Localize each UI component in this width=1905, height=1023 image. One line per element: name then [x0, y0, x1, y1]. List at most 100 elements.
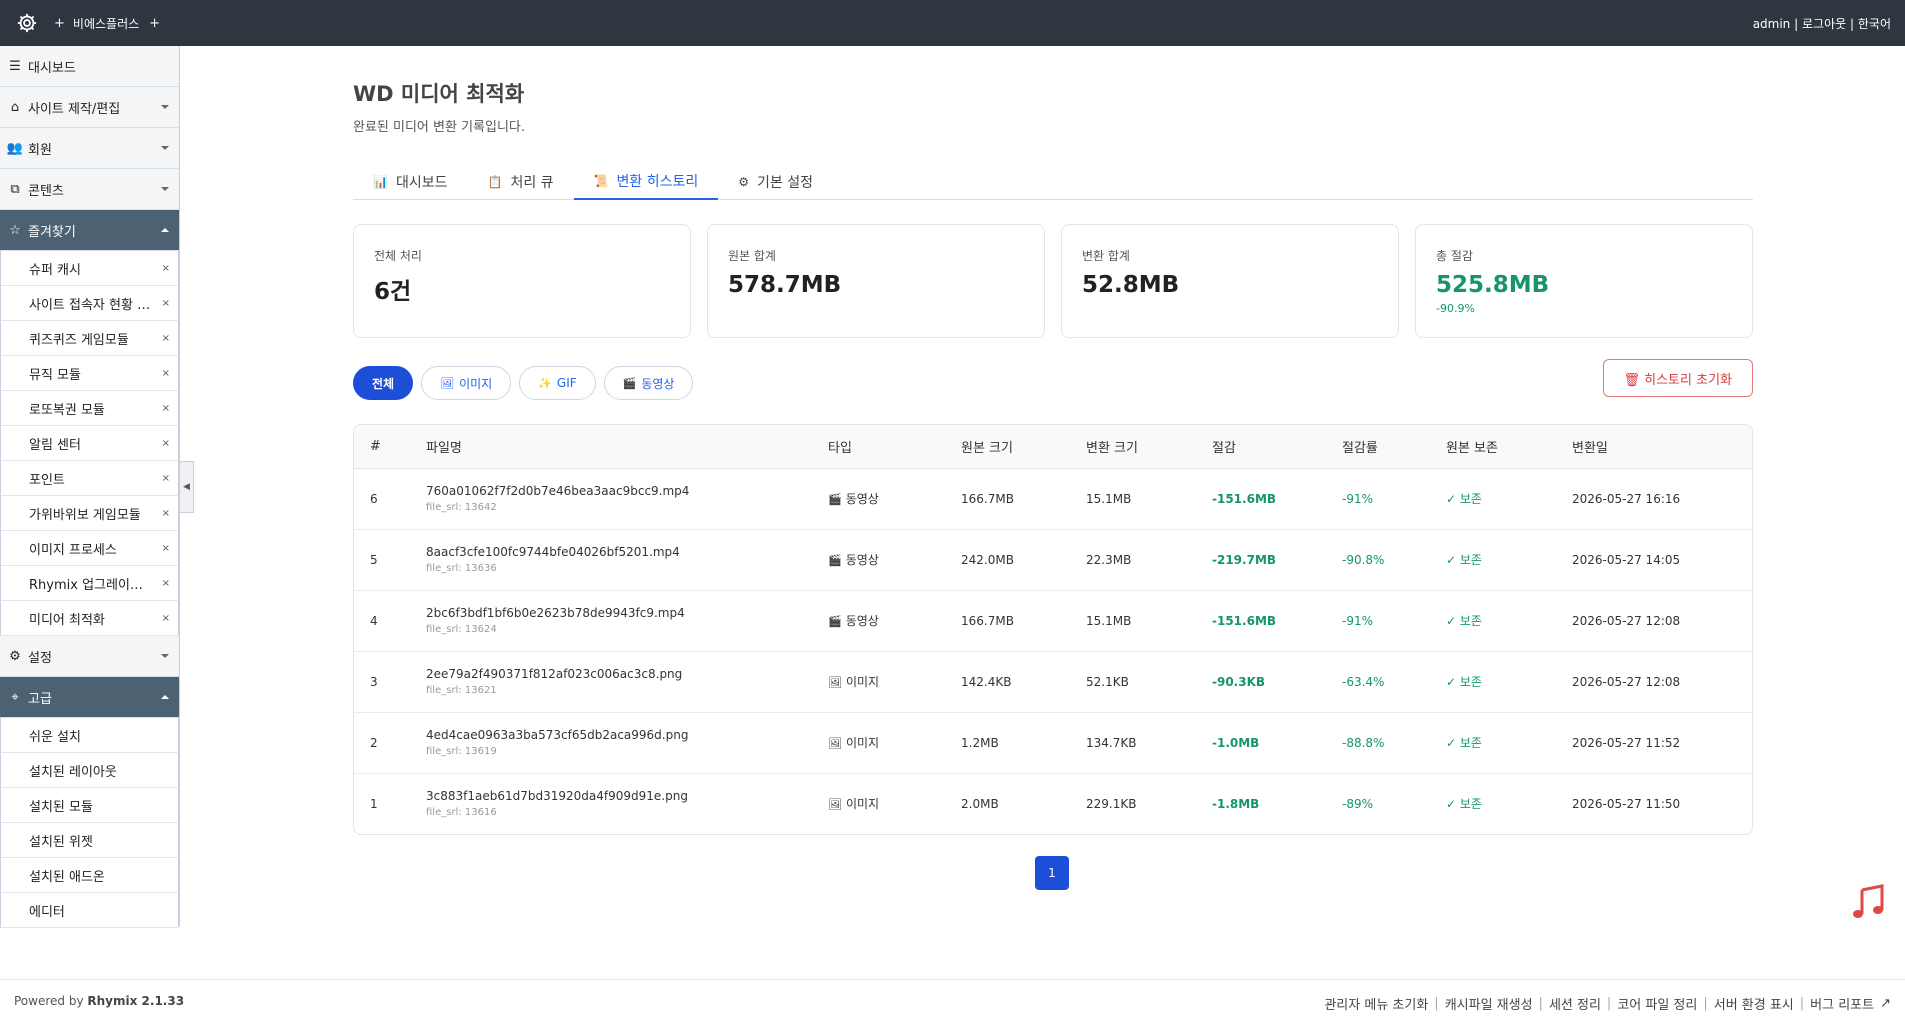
gear-icon: ⚙ — [9, 648, 21, 664]
powered-prefix: Powered by — [14, 994, 84, 1008]
sidebar-item-label: 즐겨찾기 — [28, 224, 76, 240]
tab-settings[interactable]: ⚙ 기본 설정 — [718, 164, 833, 200]
remove-favorite-icon[interactable]: × — [162, 333, 170, 344]
remove-favorite-icon[interactable]: × — [162, 578, 170, 589]
cell-type: 🖼 이미지 — [812, 651, 945, 713]
stat-value: 52.8MB — [1082, 272, 1180, 298]
sidebar-item-site-edit[interactable]: ⌂ 사이트 제작/편집 — [0, 87, 179, 128]
filter-video[interactable]: 🎬 동영상 — [603, 366, 694, 400]
remove-favorite-icon[interactable]: × — [162, 473, 170, 484]
location-pin-icon: ⌖ — [11, 689, 19, 705]
stat-label: 원본 합계 — [728, 249, 776, 263]
plus-icon[interactable]: + — [149, 16, 160, 31]
cell-conv-size: 52.1KB — [1070, 651, 1196, 713]
pagination-page-1[interactable]: 1 — [1035, 856, 1069, 890]
footer-link[interactable]: 서버 환경 표시 — [1714, 994, 1794, 1013]
sidebar-subitem-label: 에디터 — [29, 904, 65, 920]
plus-icon[interactable]: + — [54, 16, 65, 31]
sidebar-subitem[interactable]: Rhymix 업그레이드 모듈 × — [0, 566, 179, 601]
tab-queue[interactable]: 📋 처리 큐 — [467, 164, 573, 200]
cell-rate: -88.8% — [1326, 712, 1430, 774]
image-icon: 🖼 — [440, 376, 455, 390]
table-header-row: # 파일명 타입 원본 크기 변환 크기 절감 절감률 원본 보존 변환일 — [354, 425, 1752, 469]
user-link[interactable]: admin — [1753, 17, 1791, 31]
rhymix-version-link[interactable]: Rhymix 2.1.33 — [87, 994, 184, 1008]
reset-history-button[interactable]: 🗑 히스토리 초기화 — [1602, 359, 1753, 397]
remove-favorite-icon[interactable]: × — [162, 263, 170, 274]
sidebar-subitem[interactable]: 포인트 × — [0, 461, 179, 496]
filter-image[interactable]: 🖼 이미지 — [421, 366, 512, 400]
sidebar-subitem-label: 설치된 위젯 — [29, 834, 93, 850]
col-header-saved: 절감 — [1196, 425, 1326, 469]
type-label: 이미지 — [845, 736, 880, 750]
remove-favorite-icon[interactable]: × — [162, 543, 170, 554]
footer-link[interactable]: 관리자 메뉴 초기화 — [1324, 994, 1428, 1013]
sidebar-collapse-handle[interactable]: ◀ — [180, 461, 194, 513]
logout-link[interactable]: 로그아웃 — [1802, 17, 1846, 31]
stats-cards: 전체 처리 6건 원본 합계 578.7MB 변환 합계 52.8MB 총 절감… — [353, 224, 1753, 338]
sidebar-item-settings[interactable]: ⚙ 설정 — [0, 636, 179, 677]
file-srl: file_srl: 13616 — [426, 807, 497, 819]
sidebar-item-advanced[interactable]: ⌖ 고급 — [0, 677, 179, 718]
sidebar-item-favorites[interactable]: ☆ 즐겨찾기 — [0, 210, 179, 251]
sidebar-subitem-label: 가위바위보 게임모듈 — [29, 507, 141, 523]
filter-all[interactable]: 전체 — [353, 366, 414, 400]
sidebar-item-label: 회원 — [28, 142, 52, 158]
home-icon: ⌂ — [10, 99, 20, 115]
copy-icon: ⧉ — [10, 181, 20, 197]
language-link[interactable]: 한국어 — [1858, 17, 1891, 31]
sidebar-subitem[interactable]: 설치된 애드온 — [0, 858, 179, 893]
sidebar-subitem[interactable]: 사이트 접속자 현황 모듈 × — [0, 286, 179, 321]
sidebar-subitem[interactable]: 퀴즈퀴즈 게임모듈 × — [0, 321, 179, 356]
tab-dashboard[interactable]: 📊 대시보드 — [353, 164, 467, 200]
sidebar-subitem-label: 이미지 프로세스 — [29, 542, 117, 558]
sidebar-subitem[interactable]: 미디어 최적화 × — [0, 601, 179, 636]
remove-favorite-icon[interactable]: × — [162, 508, 170, 519]
scroll-icon: 📜 — [593, 174, 609, 188]
table-row: 4 2bc6f3bdf1bf6b0e2623b78de9943fc9.mp4 fil… — [354, 590, 1752, 652]
cell-type: 🎬 동영상 — [812, 529, 945, 591]
sidebar-item-dashboard[interactable]: ☰ 대시보드 — [0, 46, 179, 87]
remove-favorite-icon[interactable]: × — [162, 438, 170, 449]
sidebar-subitem[interactable]: 설치된 레이아웃 — [0, 753, 179, 788]
gear-icon[interactable] — [14, 10, 40, 36]
remove-favorite-icon[interactable]: × — [162, 368, 170, 379]
footer-link[interactable]: 코어 파일 정리 — [1617, 994, 1697, 1013]
remove-favorite-icon[interactable]: × — [162, 613, 170, 624]
stat-subvalue: -90.9% — [1436, 302, 1475, 315]
tab-history[interactable]: 📜 변환 히스토리 — [573, 164, 719, 200]
stat-label: 전체 처리 — [374, 249, 422, 263]
sidebar-subitem[interactable]: 슈퍼 캐시 × — [0, 251, 179, 286]
footer-link[interactable]: 버그 리포트 — [1810, 994, 1874, 1013]
sidebar-subitem-label: 퀴즈퀴즈 게임모듈 — [29, 332, 129, 348]
sidebar-subitem[interactable]: 설치된 위젯 — [0, 823, 179, 858]
site-name-link[interactable]: 비에스플러스 — [73, 15, 139, 32]
type-label: 이미지 — [845, 675, 880, 689]
sidebar-subitem[interactable]: 쉬운 설치 — [0, 718, 179, 753]
sidebar-subitem[interactable]: 로또복권 모듈 × — [0, 391, 179, 426]
sparkle-icon: ✨ — [538, 376, 552, 390]
table-row: 1 3c883f1aeb61d7bd31920da4f909d91e.png fil… — [354, 773, 1752, 834]
sidebar-subitem[interactable]: 가위바위보 게임모듈 × — [0, 496, 179, 531]
sidebar-subitem[interactable]: 설치된 모듈 — [0, 788, 179, 823]
sidebar-subitem-label: 미디어 최적화 — [29, 612, 105, 628]
chevron-down-icon — [161, 105, 169, 109]
cell-type: 🎬 동영상 — [812, 590, 945, 652]
cell-orig-size: 1.2MB — [945, 712, 1070, 774]
filter-gif[interactable]: ✨ GIF — [519, 366, 596, 400]
sidebar-item-contents[interactable]: ⧉ 콘텐츠 — [0, 169, 179, 210]
table-row: 3 2ee79a2f490371f812af023c006ac3c8.png fil… — [354, 651, 1752, 713]
cell-filename: 760a01062f7f2d0b7e46bea3aac9bcc9.mp4 file… — [410, 468, 812, 530]
cell-filename: 4ed4cae0963a3ba573cf65db2aca996d.png file… — [410, 712, 812, 774]
sidebar-subitem[interactable]: 뮤직 모듈 × — [0, 356, 179, 391]
footer-link[interactable]: 세션 정리 — [1549, 994, 1601, 1013]
music-note-icon[interactable] — [1848, 882, 1888, 922]
remove-favorite-icon[interactable]: × — [162, 298, 170, 309]
footer-link[interactable]: 캐시파일 재생성 — [1445, 994, 1533, 1013]
sidebar-subitem[interactable]: 에디터 — [0, 893, 179, 928]
sidebar-subitem[interactable]: 이미지 프로세스 × — [0, 531, 179, 566]
remove-favorite-icon[interactable]: × — [162, 403, 170, 414]
sidebar-item-members[interactable]: 👥 회원 — [0, 128, 179, 169]
filter-label: 동영상 — [641, 376, 675, 391]
sidebar-subitem[interactable]: 알림 센터 × — [0, 426, 179, 461]
